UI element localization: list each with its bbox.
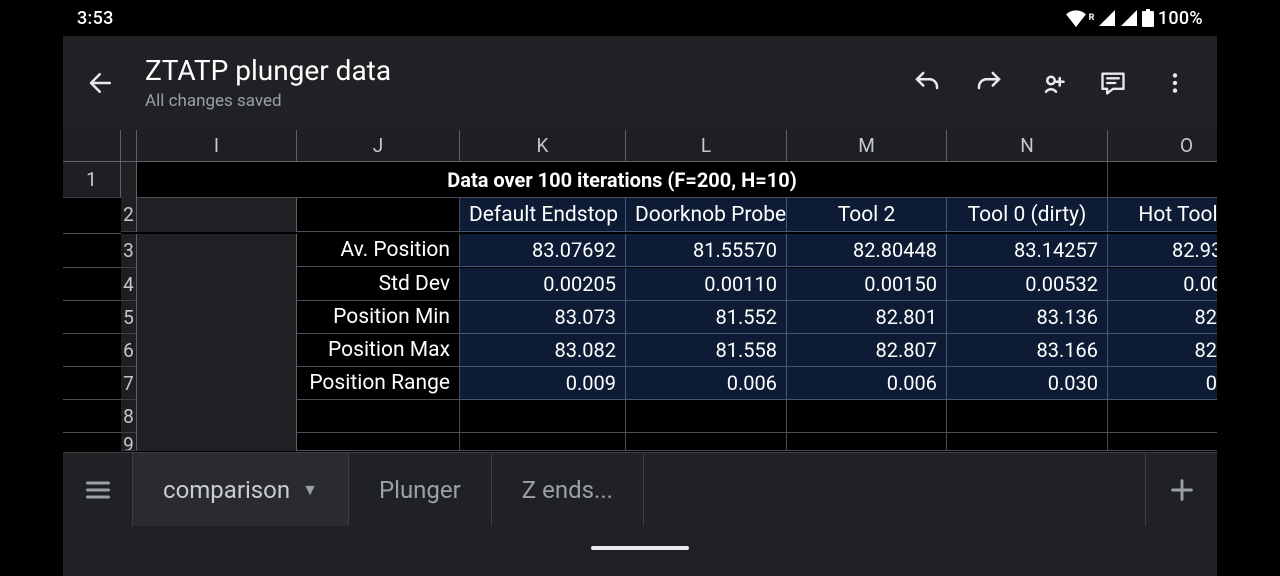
chevron-down-icon: ▼ xyxy=(302,480,318,500)
row-number[interactable]: 1 xyxy=(63,162,121,198)
share-button[interactable] xyxy=(1035,67,1067,99)
cell[interactable]: 0.009 xyxy=(460,367,626,400)
row-number[interactable]: 8 xyxy=(121,400,137,433)
cell[interactable]: 0.030 xyxy=(947,367,1108,400)
cell[interactable]: Av. Position xyxy=(297,234,460,267)
cell[interactable]: Position Range xyxy=(297,367,460,400)
column-header[interactable]: I xyxy=(137,130,297,162)
select-all-corner[interactable] xyxy=(63,130,121,162)
status-icons: R 100% xyxy=(1065,8,1203,29)
cell[interactable]: 0.00110 xyxy=(626,268,787,301)
wifi-icon xyxy=(1065,9,1087,27)
cell[interactable]: Hot Tool 0 xyxy=(1108,198,1217,232)
cell[interactable]: 83.136 xyxy=(947,301,1108,334)
cell[interactable]: 0.00532 xyxy=(947,268,1108,301)
all-sheets-button[interactable] xyxy=(63,453,133,526)
signal-icon-1 xyxy=(1098,10,1116,26)
cell[interactable]: 82.807 xyxy=(787,334,947,367)
column-header[interactable]: L xyxy=(626,130,787,162)
cell[interactable]: Position Min xyxy=(297,301,460,334)
cell[interactable]: 83.082 xyxy=(460,334,626,367)
cell[interactable] xyxy=(297,400,460,433)
column-header[interactable]: O xyxy=(1108,130,1217,162)
cell[interactable]: 0.006 xyxy=(626,367,787,400)
cell[interactable]: 82.801 xyxy=(787,301,947,334)
spreadsheet-grid[interactable]: I J K L M N O 1 Data over 100 iterations… xyxy=(63,130,1217,452)
cell[interactable]: Doorknob Probe xyxy=(626,198,787,232)
cell[interactable]: Data over 100 iterations (F=200, H=10) xyxy=(137,162,1108,198)
cell[interactable] xyxy=(297,198,460,232)
status-bar: 3:53 R 100% xyxy=(63,0,1217,36)
cell[interactable]: 82.80448 xyxy=(787,234,947,267)
cell[interactable]: 82.93172 xyxy=(1108,234,1217,267)
sheet-tab-bar: comparison ▼ Plunger Z ends... xyxy=(63,452,1217,526)
battery-icon xyxy=(1142,9,1154,27)
clock: 3:53 xyxy=(77,8,114,29)
cell[interactable]: 0.006 xyxy=(787,367,947,400)
save-status: All changes saved xyxy=(145,91,911,111)
row-number[interactable]: 3 xyxy=(121,234,137,268)
battery-percent: 100% xyxy=(1158,8,1203,29)
cell[interactable]: Tool 0 (dirty) xyxy=(947,198,1108,232)
column-header[interactable]: J xyxy=(297,130,460,162)
cell[interactable]: 83.07692 xyxy=(460,234,626,267)
back-button[interactable] xyxy=(77,59,125,107)
cell[interactable]: Position Max xyxy=(297,334,460,367)
signal-icon-2 xyxy=(1120,10,1138,26)
cell[interactable]: 0.029 xyxy=(1108,367,1217,400)
column-header[interactable]: N xyxy=(947,130,1108,162)
redo-button[interactable] xyxy=(973,67,1005,99)
cell[interactable]: Std Dev xyxy=(297,268,460,301)
sheet-tab-zends[interactable]: Z ends... xyxy=(492,453,644,526)
comments-button[interactable] xyxy=(1097,67,1129,99)
sheet-tab-plunger[interactable]: Plunger xyxy=(349,453,492,526)
sheet-tab-label: comparison xyxy=(163,476,290,504)
cell[interactable]: 0.00150 xyxy=(787,268,947,301)
cell[interactable]: 81.558 xyxy=(626,334,787,367)
row-number[interactable]: 2 xyxy=(121,198,137,232)
cell[interactable]: 83.166 xyxy=(947,334,1108,367)
cell[interactable]: 82.925 xyxy=(1108,301,1217,334)
add-sheet-button[interactable] xyxy=(1145,453,1217,526)
cell[interactable]: Default Endstop xyxy=(460,198,626,232)
column-header[interactable]: K xyxy=(460,130,626,162)
cell[interactable]: Tool 2 xyxy=(787,198,947,232)
undo-button[interactable] xyxy=(911,67,943,99)
gesture-nav-bar[interactable] xyxy=(63,526,1217,576)
sheet-tab-comparison[interactable]: comparison ▼ xyxy=(133,453,349,526)
row-number[interactable]: 5 xyxy=(121,301,137,334)
cell[interactable]: 0.00686 xyxy=(1108,268,1217,301)
column-header[interactable]: M xyxy=(787,130,947,162)
cell[interactable]: 83.073 xyxy=(460,301,626,334)
cell[interactable]: 0.00205 xyxy=(460,268,626,301)
cell[interactable]: 81.55570 xyxy=(626,234,787,267)
row-number[interactable]: 4 xyxy=(121,268,137,301)
row-number[interactable]: 6 xyxy=(121,334,137,367)
sheet-tab-label: Z ends... xyxy=(522,476,613,504)
document-title[interactable]: ZTATP plunger data xyxy=(145,57,911,85)
cell[interactable]: 82.954 xyxy=(1108,334,1217,367)
app-toolbar: ZTATP plunger data All changes saved xyxy=(63,36,1217,130)
cell[interactable]: 81.552 xyxy=(626,301,787,334)
row-number[interactable]: 7 xyxy=(121,367,137,400)
cell[interactable]: 83.14257 xyxy=(947,234,1108,267)
nav-pill-icon xyxy=(591,546,689,550)
row-number[interactable]: 9 xyxy=(121,433,137,451)
sheet-tab-label: Plunger xyxy=(379,476,461,504)
overflow-menu-button[interactable] xyxy=(1159,67,1191,99)
